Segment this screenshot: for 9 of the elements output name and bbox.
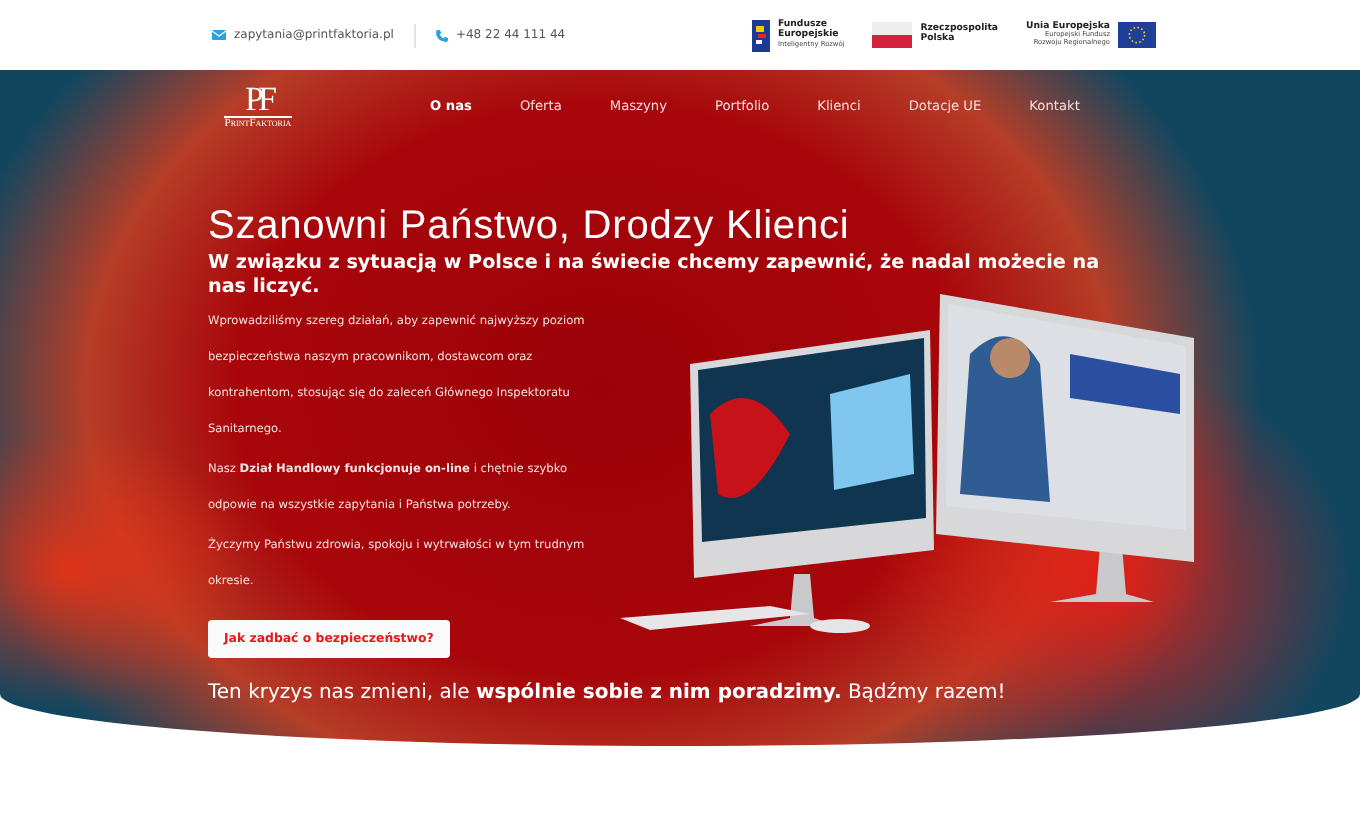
phone-icon	[435, 29, 448, 41]
closing-text: Ten kryzys nas zmieni, ale wspólnie sobie z nim poradzimy. Bądźmy razem!	[208, 681, 1008, 704]
flag-icon	[1118, 22, 1156, 48]
logo-monogram[interactable]: PF	[245, 82, 271, 116]
flag-icon	[751, 19, 770, 51]
flag-icon	[872, 22, 913, 48]
envelope-icon	[212, 30, 226, 40]
lead-text: W związku z sytuacją w Polsce i na świecie chcemy zapewnić, że nadal możecie na nas liczyć.	[208, 252, 1102, 300]
hero-title: Szanowni Państwo, Drodzy Klienci	[208, 204, 852, 250]
